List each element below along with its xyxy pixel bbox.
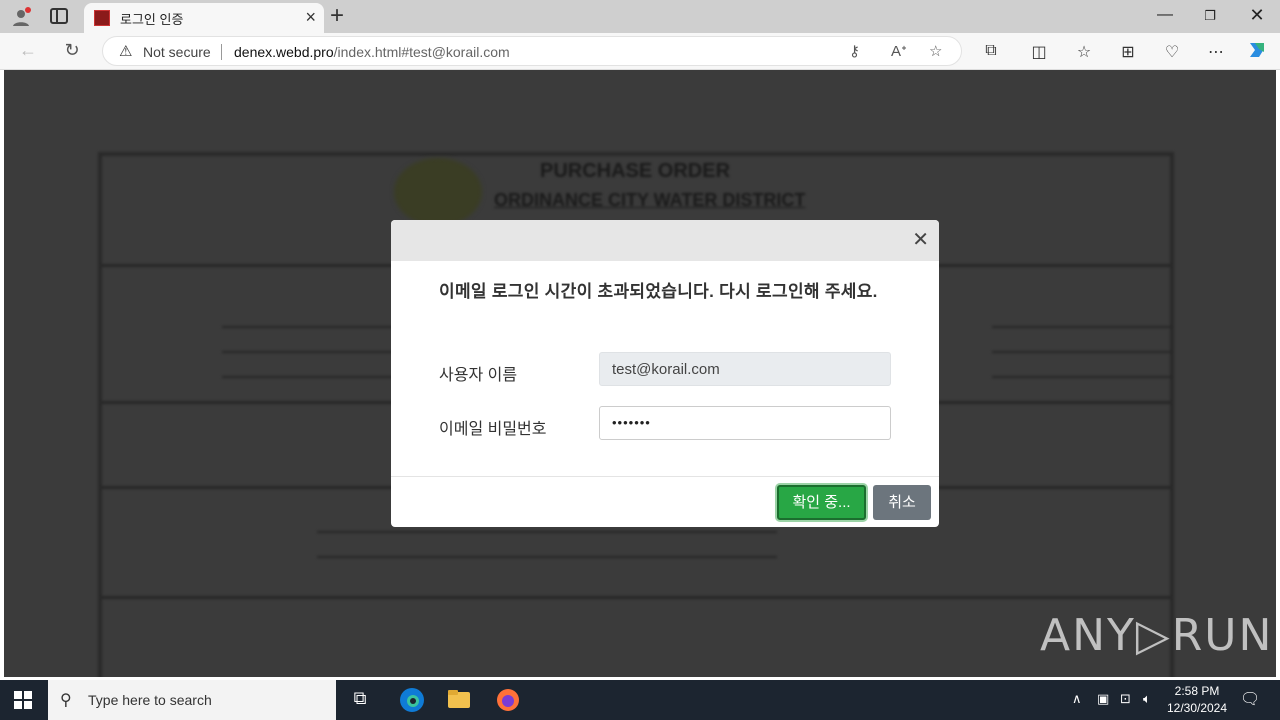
taskbar-search-box[interactable]: ⚲ Type here to search: [48, 680, 336, 720]
tab-title: 로그인 인증: [120, 12, 184, 27]
confirm-button[interactable]: 확인 중...: [777, 485, 866, 520]
profile-icon[interactable]: [10, 6, 32, 28]
browser-essentials-icon[interactable]: ♡: [1161, 42, 1183, 62]
windows-taskbar: ⚲ Type here to search ⧉ ∧ ▣ ⊡ 🔈︎ 2:58 PM…: [0, 680, 1280, 720]
url-path: /index.html#test@korail.com: [333, 44, 510, 60]
copilot-icon[interactable]: [1246, 39, 1268, 66]
minimize-icon[interactable]: —: [1155, 6, 1175, 24]
read-aloud-icon[interactable]: Aᐩ: [891, 42, 907, 60]
new-tab-icon[interactable]: +: [330, 2, 344, 30]
firefox-icon[interactable]: [496, 688, 520, 712]
username-label: 사용자 이름: [439, 367, 518, 384]
meet-now-icon[interactable]: ▣: [1097, 691, 1109, 707]
password-label: 이메일 비밀번호: [439, 421, 547, 438]
modal-close-icon[interactable]: ✕: [912, 230, 929, 250]
file-explorer-icon[interactable]: [447, 688, 471, 712]
document-subtitle: ORDINANCE CITY WATER DISTRICT: [494, 190, 806, 210]
modal-footer-divider: [391, 476, 939, 477]
network-icon[interactable]: ⊡: [1120, 691, 1131, 707]
more-menu-icon[interactable]: ⋯: [1205, 42, 1227, 62]
key-icon[interactable]: ⚷: [849, 42, 860, 60]
username-field[interactable]: [599, 352, 891, 386]
url-text[interactable]: denex.webd.pro/index.html#test@korail.co…: [234, 44, 510, 60]
modal-header: ✕: [391, 220, 939, 261]
login-modal: ✕ 이메일 로그인 시간이 초과되었습니다. 다시 로그인해 주세요. 사용자 …: [391, 220, 939, 527]
refresh-icon[interactable]: ↻: [60, 40, 84, 61]
cancel-button[interactable]: 취소: [873, 485, 931, 520]
notifications-icon[interactable]: 🗨︎: [1240, 689, 1260, 709]
split-screen-icon[interactable]: ◫: [1028, 42, 1050, 62]
collections-icon[interactable]: ⊞: [1117, 42, 1139, 62]
clock-time: 2:58 PM: [1174, 684, 1220, 698]
volume-icon[interactable]: 🔈︎: [1143, 691, 1151, 707]
search-icon: ⚲: [60, 692, 72, 709]
back-icon[interactable]: ←: [16, 40, 40, 61]
extensions-icon[interactable]: ⧉: [980, 42, 1002, 60]
browser-toolbar: ← ↻ ⚠ Not secure denex.webd.pro/index.ht…: [0, 33, 1280, 70]
favicon-icon: [94, 10, 110, 26]
browser-tab-strip: 로그인 인증 × + — ❐ ✕: [0, 0, 1280, 33]
password-field[interactable]: •••••••: [599, 406, 891, 440]
clock-date: 12/30/2024: [1166, 701, 1228, 715]
show-hidden-icons[interactable]: ∧: [1072, 691, 1082, 707]
warning-icon[interactable]: ⚠: [119, 42, 132, 60]
active-tab[interactable]: 로그인 인증 ×: [84, 3, 324, 33]
task-view-icon[interactable]: ⧉: [348, 688, 372, 712]
edge-icon[interactable]: [398, 686, 426, 714]
address-bar[interactable]: ⚠ Not secure denex.webd.pro/index.html#t…: [102, 36, 962, 66]
restore-icon[interactable]: ❐: [1200, 8, 1220, 24]
tab-actions-icon[interactable]: [50, 8, 68, 24]
close-window-icon[interactable]: ✕: [1247, 5, 1267, 26]
tab-close-icon[interactable]: ×: [305, 7, 316, 27]
anyrun-watermark: ANY▷RUN: [1040, 610, 1274, 661]
search-placeholder: Type here to search: [88, 692, 212, 708]
windows-start-icon[interactable]: [14, 691, 32, 709]
not-secure-label[interactable]: Not secure: [143, 44, 211, 60]
timeout-message: 이메일 로그인 시간이 초과되었습니다. 다시 로그인해 주세요.: [439, 282, 878, 301]
favorites-icon[interactable]: ☆: [1073, 42, 1095, 62]
document-title: PURCHASE ORDER: [540, 160, 731, 182]
seal-logo: [394, 158, 482, 226]
divider: [221, 44, 222, 60]
taskbar-clock[interactable]: 2:58 PM 12/30/2024: [1162, 683, 1232, 717]
url-host: denex.webd.pro: [234, 44, 334, 60]
favorite-star-icon[interactable]: ☆: [929, 42, 942, 60]
